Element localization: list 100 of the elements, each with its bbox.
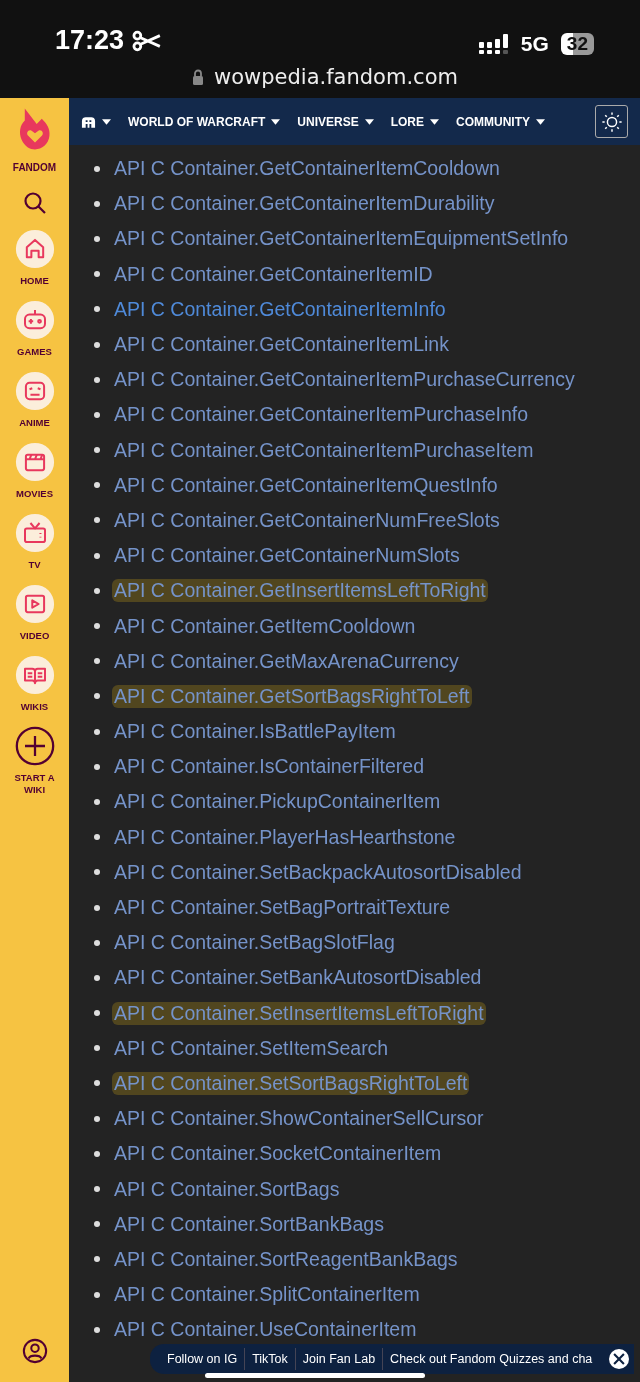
api-link[interactable]: API C Container.IsContainerFiltered xyxy=(112,755,426,779)
api-link[interactable]: API C Container.GetContainerItemID xyxy=(112,262,435,286)
sidebar-label[interactable]: GAMES xyxy=(8,346,61,358)
caret-icon[interactable] xyxy=(430,118,439,125)
bullet-icon xyxy=(94,869,100,876)
api-link[interactable]: API C Container.SetBankAutosortDisabled xyxy=(112,966,484,990)
bullet-icon xyxy=(94,482,100,489)
wiki-logo-icon[interactable] xyxy=(81,115,96,128)
bullet-icon xyxy=(94,834,100,841)
sidebar-label[interactable]: TV xyxy=(8,559,61,571)
api-link[interactable]: API C Container.GetContainerItemLink xyxy=(112,333,451,357)
api-link[interactable]: API C Container.SortBankBags xyxy=(112,1212,386,1236)
api-link[interactable]: API C Container.GetContainerItemPurchaseCurrency xyxy=(112,368,577,392)
api-link[interactable]: API C Container.GetContainerItemEquipmentSetInfo xyxy=(112,227,571,251)
bullet-icon xyxy=(94,693,100,700)
sun-icon xyxy=(600,110,623,133)
bullet-icon xyxy=(94,376,100,383)
fandom-wordmark[interactable]: FANDOM xyxy=(12,162,57,173)
api-link[interactable]: API C Container.GetSortBagsRightToLeft xyxy=(112,684,472,708)
network-label: 5G xyxy=(520,32,549,56)
nav-link[interactable]: WORLD OF WARCRAFT xyxy=(128,114,266,129)
search-icon[interactable] xyxy=(22,191,47,215)
wikis-icon[interactable] xyxy=(14,655,55,695)
api-link[interactable]: API C Container.SortBags xyxy=(112,1177,342,1201)
bullet-icon xyxy=(94,939,100,946)
api-link[interactable]: API C Container.SocketContainerItem xyxy=(112,1142,444,1166)
clock-time: 17:23 xyxy=(55,25,125,56)
banner-link[interactable]: TikTok xyxy=(245,1352,295,1366)
theme-toggle-button[interactable] xyxy=(595,105,628,138)
bullet-icon xyxy=(94,306,100,313)
api-link[interactable]: API C Container.GetContainerItemPurchaseInfo xyxy=(112,403,531,427)
api-link[interactable]: API C Container.GetInsertItemsLeftToRight xyxy=(112,579,488,603)
nav-link[interactable]: COMMUNITY xyxy=(456,114,530,129)
api-link[interactable]: API C Container.SetBackpackAutosortDisabled xyxy=(112,860,524,884)
plus-icon[interactable] xyxy=(14,726,55,766)
api-link[interactable]: API C Container.GetContainerItemCooldown xyxy=(112,157,502,181)
api-link[interactable]: API C Container.SetSortBagsRightToLeft xyxy=(112,1071,470,1095)
api-link[interactable]: API C Container.IsBattlePayItem xyxy=(112,720,398,744)
api-link[interactable]: API C Container.PlayerHasHearthstone xyxy=(112,825,458,849)
api-link[interactable]: API C Container.SortReagentBankBags xyxy=(112,1247,460,1271)
bullet-icon xyxy=(94,447,100,454)
bullet-icon xyxy=(94,728,100,735)
home-icon[interactable] xyxy=(14,229,55,269)
api-link[interactable]: API C Container.GetContainerNumFreeSlots xyxy=(112,508,502,532)
video-icon[interactable] xyxy=(14,584,55,624)
banner-link[interactable]: Join Fan Lab xyxy=(295,1352,383,1366)
api-link[interactable]: API C Container.SetBagSlotFlag xyxy=(112,931,397,955)
close-button[interactable] xyxy=(609,1349,629,1369)
bullet-icon xyxy=(94,623,100,630)
bullet-icon xyxy=(94,974,100,981)
bullet-icon xyxy=(94,552,100,559)
sidebar-label[interactable]: START A WIKI xyxy=(8,772,61,796)
api-link[interactable]: API C Container.SetBagPortraitTexture xyxy=(112,896,452,920)
account-icon[interactable] xyxy=(21,1338,48,1364)
caret-icon[interactable] xyxy=(364,118,374,125)
api-link[interactable]: API C Container.SetInsertItemsLeftToRight xyxy=(112,1001,486,1025)
api-link[interactable]: API C Container.SetItemSearch xyxy=(112,1036,391,1060)
anime-icon[interactable] xyxy=(14,371,55,411)
nav-link[interactable]: UNIVERSE xyxy=(297,114,359,129)
bullet-icon xyxy=(94,271,100,278)
api-link[interactable]: API C Container.GetContainerItemPurchaseItem xyxy=(112,438,536,462)
bullet-icon xyxy=(94,1186,100,1193)
bullet-icon xyxy=(94,587,100,594)
caret-icon[interactable] xyxy=(102,118,111,125)
bullet-icon xyxy=(94,517,100,524)
sidebar-label[interactable]: ANIME xyxy=(8,417,61,429)
close-icon xyxy=(612,1352,626,1366)
games-icon[interactable] xyxy=(14,300,55,340)
bullet-icon xyxy=(94,1221,100,1228)
api-link[interactable]: API C Container.SplitContainerItem xyxy=(112,1283,422,1307)
bullet-icon xyxy=(94,1150,100,1157)
api-link[interactable]: API C Container.GetContainerItemQuestInfo xyxy=(112,473,500,497)
api-link[interactable]: API C Container.GetContainerNumSlots xyxy=(112,544,462,568)
api-link[interactable]: API C Container.GetContainerItemInfo xyxy=(112,297,448,321)
api-link[interactable]: API C Container.ShowContainerSellCursor xyxy=(112,1107,486,1131)
bullet-icon xyxy=(94,1256,100,1263)
sidebar-label[interactable]: WIKIS xyxy=(8,701,61,713)
bullet-icon xyxy=(94,411,100,418)
banner-link[interactable]: Check out Fandom Quizzes and cha xyxy=(383,1352,600,1366)
bullet-icon xyxy=(94,1080,100,1087)
banner-link[interactable]: Follow on IG xyxy=(160,1352,245,1366)
movies-icon[interactable] xyxy=(14,442,55,482)
nav-link[interactable]: LORE xyxy=(390,114,424,129)
sidebar-label[interactable]: HOME xyxy=(8,275,61,287)
api-link[interactable]: API C Container.UseContainerItem xyxy=(112,1318,419,1342)
bullet-icon xyxy=(94,763,100,770)
api-link[interactable]: API C Container.PickupContainerItem xyxy=(112,790,443,814)
tv-icon[interactable] xyxy=(14,513,55,553)
bullet-icon xyxy=(94,341,100,348)
caret-icon[interactable] xyxy=(536,118,545,125)
caret-icon[interactable] xyxy=(271,118,281,125)
bullet-icon xyxy=(94,658,100,665)
api-link[interactable]: API C Container.GetItemCooldown xyxy=(112,614,418,638)
sidebar-label[interactable]: MOVIES xyxy=(8,488,61,500)
api-link[interactable]: API C Container.GetMaxArenaCurrency xyxy=(112,649,461,673)
bullet-icon xyxy=(94,1045,100,1052)
signal-icon xyxy=(478,34,511,54)
bullet-icon xyxy=(94,798,100,805)
sidebar-label[interactable]: VIDEO xyxy=(8,630,61,642)
api-link[interactable]: API C Container.GetContainerItemDurability xyxy=(112,192,497,216)
